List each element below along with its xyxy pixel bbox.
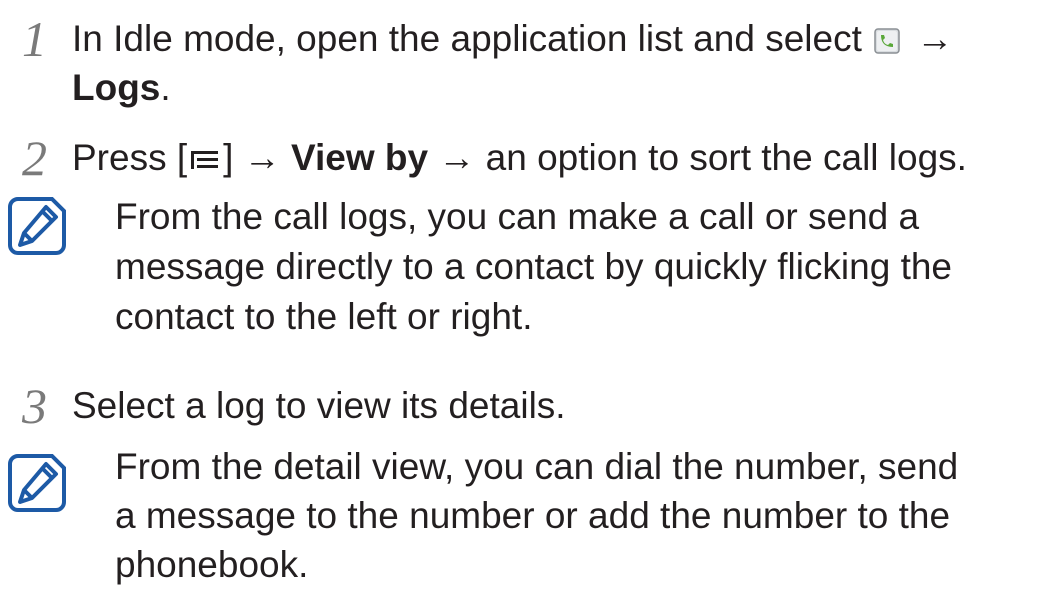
view-by-label: View by (290, 137, 429, 178)
note-2-line-2: a message to the number or add the numbe… (115, 495, 951, 536)
step-1-line-2: Logs. (72, 63, 171, 112)
step-1-line-1: In Idle mode, open the application list … (72, 14, 953, 63)
step-3-line: Select a log to view its details. (72, 385, 566, 426)
step-2-line: Press [ ] → View by → an option to sort … (72, 133, 967, 182)
arrow: → (916, 18, 954, 59)
step-number-3: 3 (22, 378, 47, 434)
step-number-1: 1 (22, 11, 47, 67)
note-2-line-1: From the detail view, you can dial the n… (115, 446, 959, 487)
arrow: → (243, 137, 281, 178)
menu-key-icon (191, 151, 219, 169)
bracket-open: [ (176, 137, 188, 178)
bracket-close: ] (223, 137, 234, 178)
step-1-text: In Idle mode, open the application list … (72, 18, 862, 59)
note-1-line-2: message directly to a contact by quickly… (115, 246, 952, 287)
arrow: → (438, 137, 476, 178)
step-2-rest: an option to sort the call logs. (485, 137, 967, 178)
note-pencil-icon (8, 197, 66, 255)
note-pencil-icon (8, 454, 66, 512)
period: . (160, 67, 171, 108)
step-number-2: 2 (22, 130, 47, 186)
logs-label: Logs (72, 67, 161, 108)
note-1-line-1: From the call logs, you can make a call … (115, 196, 920, 237)
phone-app-icon (874, 28, 900, 54)
press-text: Press (72, 137, 167, 178)
note-1-line-3: contact to the left or right. (115, 296, 533, 337)
